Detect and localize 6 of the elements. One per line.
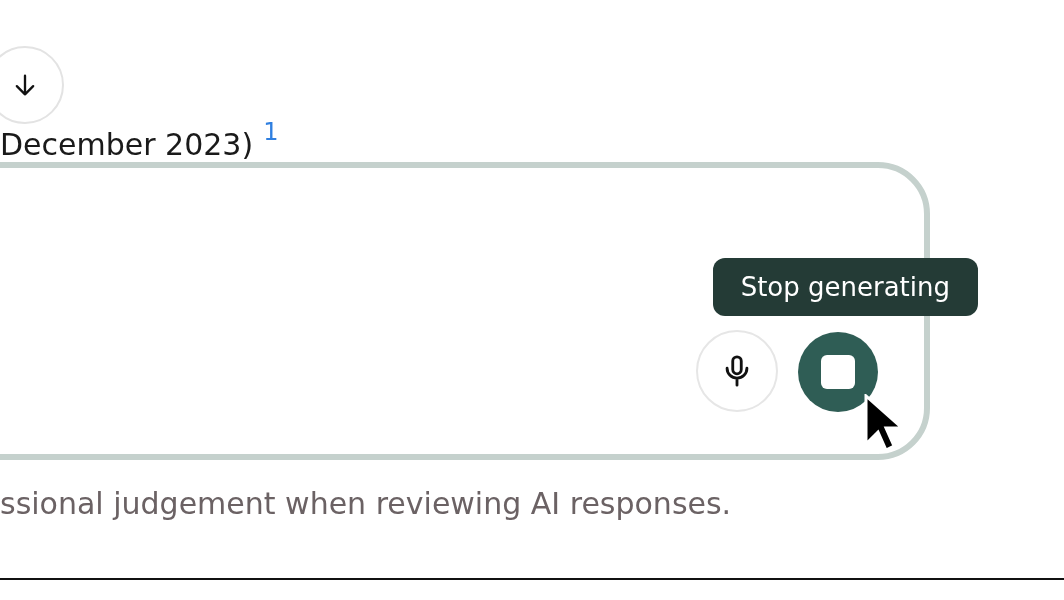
scroll-down-button[interactable] [0,46,64,124]
message-text: December 2023) [0,128,254,162]
disclaimer-text: ssional judgement when reviewing AI responses. [0,486,733,521]
tooltip: Stop generating [712,258,978,316]
citation-link[interactable]: 1 [263,120,279,144]
stop-icon [821,355,855,389]
